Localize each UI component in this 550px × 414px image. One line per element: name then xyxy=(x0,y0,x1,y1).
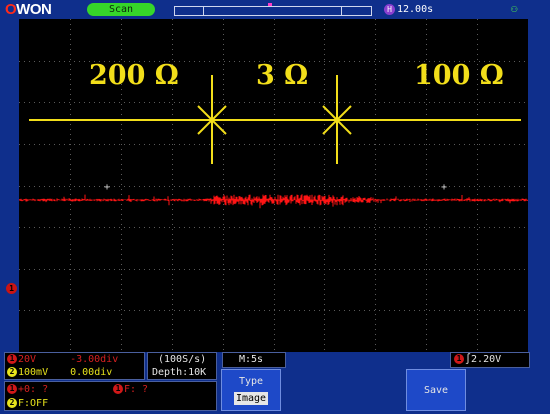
right-frame xyxy=(528,19,550,352)
trigger-position-marker xyxy=(268,3,272,6)
ch1-measure-badge-b: 1 xyxy=(113,384,123,394)
waveform-screen: + + 200 Ω 3 Ω 100 Ω xyxy=(19,19,528,352)
trigger-level: 2.20V xyxy=(471,354,502,365)
acquisition-box: (100S/s) Depth:10K xyxy=(147,352,217,380)
sample-rate: (100S/s) xyxy=(158,354,207,365)
left-frame xyxy=(0,19,19,352)
ch1-measure: 1 +0: ? xyxy=(7,384,48,396)
trigger-channel-badge: 1 xyxy=(454,354,464,364)
channel-scale-box: 1 20V -3.00div 2 100mV 0.00div xyxy=(4,352,145,380)
horizontal-position-value: 12.00s xyxy=(397,4,434,15)
save-label: Save xyxy=(423,385,449,396)
bottom-info-panel: 1 20V -3.00div 2 100mV 0.00div (100S/s) Dept… xyxy=(0,352,550,414)
ch1-offset: -3.00div xyxy=(70,354,119,365)
trigger-box: 1 ∫2.20V xyxy=(450,352,530,368)
run-state-badge: Scan xyxy=(87,3,155,16)
timebase-box: M:5s xyxy=(222,352,286,368)
type-value: Image xyxy=(234,392,268,405)
save-softkey[interactable]: Save xyxy=(406,369,466,411)
resistance-label-middle: 3 Ω xyxy=(256,60,309,91)
usb-icon: ⚇ xyxy=(511,2,518,15)
ch1-reference-marker: 1 xyxy=(6,283,17,294)
top-status-bar: OWON Scan H 12.00s ⚇ xyxy=(0,0,550,19)
brand-logo: OWON xyxy=(5,1,52,18)
ch1-badge: 1 xyxy=(7,354,17,364)
type-softkey[interactable]: Type Image xyxy=(221,369,281,411)
ch2-badge: 2 xyxy=(7,367,17,377)
ch2-measure-badge: 2 xyxy=(7,398,17,408)
position-tick xyxy=(341,7,342,15)
horizontal-position-icon: H xyxy=(384,4,395,15)
timebase-value: M:5s xyxy=(239,354,264,365)
memory-position-bar xyxy=(174,3,372,16)
ch1-scale: 1 20V -3.00div xyxy=(7,354,118,366)
ch2-offset: 0.00div xyxy=(70,367,113,378)
position-tick xyxy=(203,7,204,15)
resistance-label-right: 100 Ω xyxy=(414,60,504,91)
resistance-label-left: 200 Ω xyxy=(89,60,179,91)
ch2-scale: 2 100mV 0.00div xyxy=(7,367,112,379)
memory-depth: Depth:10K xyxy=(152,367,207,378)
ch1-measure-badge: 1 xyxy=(7,384,17,394)
ch2-measure: 2 F:OFF xyxy=(7,398,48,410)
type-label: Type xyxy=(238,376,264,387)
measurement-box: 1 +0: ? 1 F: ? 2 F:OFF xyxy=(4,381,217,411)
ch1-measure-b: 1 F: ? xyxy=(113,384,148,396)
trigger-info: 1 ∫2.20V xyxy=(454,354,501,366)
